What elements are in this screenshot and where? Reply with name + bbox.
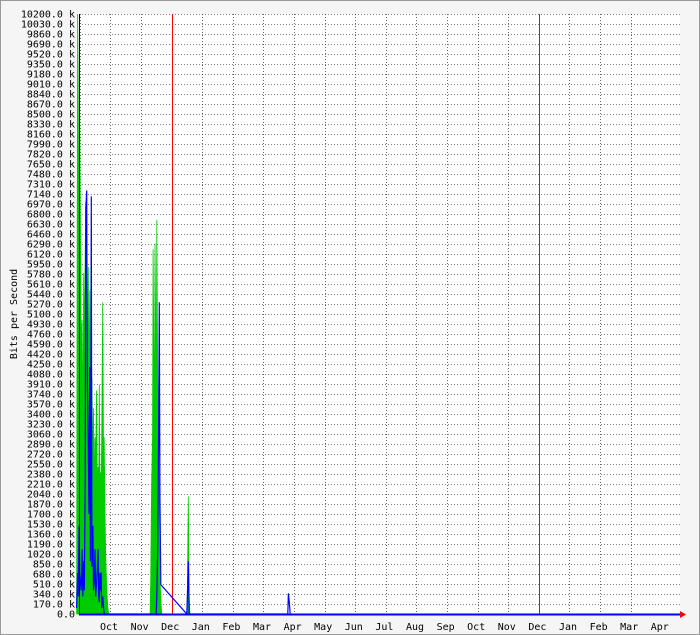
y-tick-label: 3230.0 k xyxy=(27,420,75,431)
x-tick-label: Nov xyxy=(498,622,516,633)
y-axis-label: Bits per Second xyxy=(9,269,20,359)
y-tick-label: 3740.0 k xyxy=(27,390,75,401)
y-tick-label: 2380.0 k xyxy=(27,470,75,481)
y-tick-label: 8500.0 k xyxy=(27,110,75,121)
x-tick-label: Mar xyxy=(253,622,271,633)
y-tick-label: 6630.0 k xyxy=(27,220,75,231)
y-tick-label: 2210.0 k xyxy=(27,480,75,491)
y-tick-label: 1700.0 k xyxy=(27,510,75,521)
plot-area xyxy=(79,14,680,614)
y-tick-label: 9690.0 k xyxy=(27,40,75,51)
y-tick-label: 5780.0 k xyxy=(27,270,75,281)
y-tick-label: 6970.0 k xyxy=(27,200,75,211)
y-tick-label: 2890.0 k xyxy=(27,440,75,451)
y-tick-label: 340.0 k xyxy=(33,590,75,601)
y-tick-label: 2550.0 k xyxy=(27,460,75,471)
y-tick-label: 9180.0 k xyxy=(27,70,75,81)
x-tick-label: Apr xyxy=(651,622,669,633)
y-tick-label: 8670.0 k xyxy=(27,100,75,111)
y-tick-label: 6290.0 k xyxy=(27,240,75,251)
y-tick-label: 9010.0 k xyxy=(27,80,75,91)
y-tick-label: 5950.0 k xyxy=(27,260,75,271)
y-tick-label: 1020.0 k xyxy=(27,550,75,561)
y-tick-label: 680.0 k xyxy=(33,570,75,581)
x-tick-label: Dec xyxy=(528,622,546,633)
y-tick-label: 7480.0 k xyxy=(27,170,75,181)
x-tick-label: Oct xyxy=(467,622,485,633)
y-tick-label: 8330.0 k xyxy=(27,120,75,131)
y-tick-label: 1530.0 k xyxy=(27,520,75,531)
y-tick-label: 6120.0 k xyxy=(27,250,75,261)
y-tick-label: 4760.0 k xyxy=(27,330,75,341)
x-tick-label: Jun xyxy=(345,622,363,633)
y-tick-label: 4250.0 k xyxy=(27,360,75,371)
x-tick-label: Jul xyxy=(375,622,393,633)
x-tick-label: Sep xyxy=(437,622,455,633)
x-tick-label: Jan xyxy=(192,622,210,633)
y-tick-label: 7140.0 k xyxy=(27,190,75,201)
y-tick-label: 1360.0 k xyxy=(27,530,75,541)
x-tick-label: Oct xyxy=(100,622,118,633)
y-tick-label: 8840.0 k xyxy=(27,90,75,101)
x-tick-label: Nov xyxy=(131,622,149,633)
x-tick-label: Feb xyxy=(222,622,240,633)
x-tick-label: Jan xyxy=(559,622,577,633)
y-tick-label: 7310.0 k xyxy=(27,180,75,191)
y-tick-label: 1190.0 k xyxy=(27,540,75,551)
y-tick-label: 2720.0 k xyxy=(27,450,75,461)
y-tick-label: 3060.0 k xyxy=(27,430,75,441)
y-tick-label: 0.0 xyxy=(57,610,75,621)
y-tick-label: 850.0 k xyxy=(33,560,75,571)
x-tick-label: May xyxy=(314,622,332,633)
y-tick-label: 170.0 k xyxy=(33,600,75,611)
y-tick-label: 7990.0 k xyxy=(27,140,75,151)
x-tick-label: Feb xyxy=(590,622,608,633)
y-tick-label: 6460.0 k xyxy=(27,230,75,241)
y-tick-label: 4420.0 k xyxy=(27,350,75,361)
y-tick-label: 4590.0 k xyxy=(27,340,75,351)
y-tick-label: 6800.0 k xyxy=(27,210,75,221)
x-tick-label: Mar xyxy=(620,622,638,633)
y-tick-label: 5610.0 k xyxy=(27,280,75,291)
chart-svg: 0.0170.0 k340.0 k510.0 k680.0 k850.0 k10… xyxy=(0,0,700,635)
y-tick-label: 8160.0 k xyxy=(27,130,75,141)
y-tick-label: 4080.0 k xyxy=(27,370,75,381)
y-tick-label: 9860.0 k xyxy=(27,30,75,41)
y-tick-label: 5270.0 k xyxy=(27,300,75,311)
x-tick-labels: Oct Nov Dec Jan Feb Mar Apr May Jun Jul Aug Sep Oct N… xyxy=(100,622,669,633)
traffic-chart: 0.0 170.0 k 340.0 k 510.0 k 680.0 k 850.0 k 10… xyxy=(0,0,700,635)
y-tick-label: 3570.0 k xyxy=(27,400,75,411)
y-tick-label: 3910.0 k xyxy=(27,380,75,391)
y-tick-label: 7650.0 k xyxy=(27,160,75,171)
y-tick-label: 7820.0 k xyxy=(27,150,75,161)
y-tick-label: 4930.0 k xyxy=(27,320,75,331)
y-tick-label: 5440.0 k xyxy=(27,290,75,301)
y-tick-label: 510.0 k xyxy=(33,580,75,591)
y-tick-label: 2040.0 k xyxy=(27,490,75,501)
x-axis-arrow xyxy=(680,611,686,618)
y-tick-label: 10030.0 k xyxy=(21,20,75,31)
y-tick-label: 10200.0 k xyxy=(21,10,75,21)
y-tick-label: 9520.0 k xyxy=(27,50,75,61)
x-tick-label: Apr xyxy=(284,622,302,633)
y-tick-label: 1870.0 k xyxy=(27,500,75,511)
y-tick-label: 5100.0 k xyxy=(27,310,75,321)
x-tick-label: Dec xyxy=(161,622,179,633)
x-tick-label: Aug xyxy=(406,622,424,633)
y-tick-label: 9350.0 k xyxy=(27,60,75,71)
y-tick-label: 3400.0 k xyxy=(27,410,75,421)
y-tick-labels: 0.0170.0 k340.0 k510.0 k680.0 k850.0 k10… xyxy=(21,10,75,621)
